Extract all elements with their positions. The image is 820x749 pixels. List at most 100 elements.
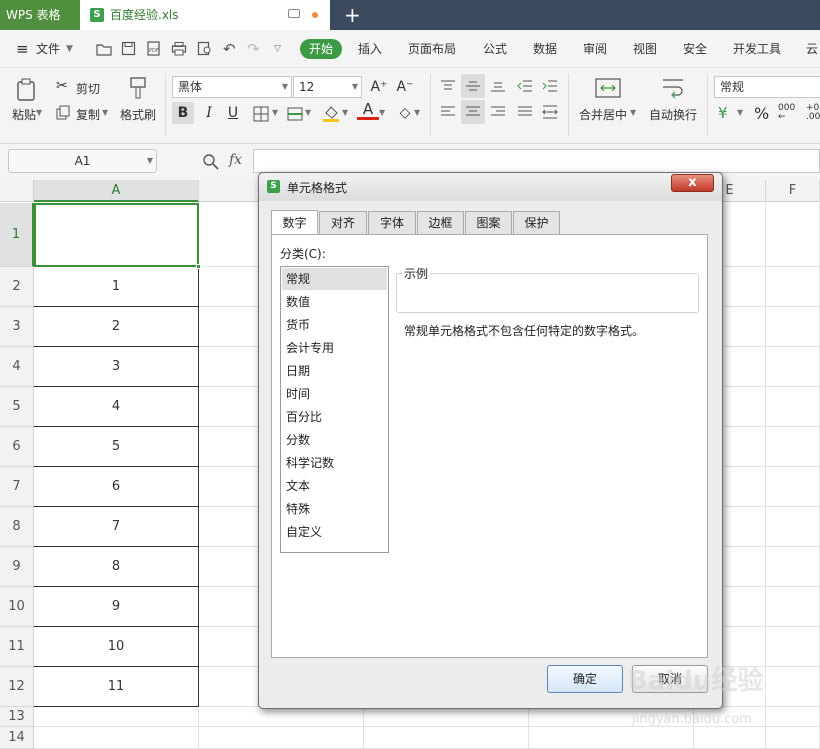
cell[interactable] xyxy=(766,547,820,587)
cell-a[interactable]: 6 xyxy=(34,467,199,507)
row-header[interactable]: 10 xyxy=(0,587,34,627)
align-right-icon[interactable] xyxy=(490,105,506,119)
menu-tab-view[interactable]: 视图 xyxy=(633,30,657,68)
cell-a[interactable]: 1 xyxy=(34,267,199,307)
copy-dropdown-icon[interactable]: ▼ xyxy=(102,108,108,117)
cell[interactable] xyxy=(766,387,820,427)
paste-dropdown-icon[interactable]: ▼ xyxy=(36,108,42,117)
cell[interactable] xyxy=(766,307,820,347)
bold-button[interactable]: B xyxy=(172,102,194,124)
currency-dropdown-icon[interactable]: ▼ xyxy=(737,108,743,117)
cell[interactable] xyxy=(694,727,766,749)
justify-icon[interactable] xyxy=(517,105,533,119)
menu-file[interactable]: 文件 xyxy=(36,30,60,68)
category-item-fraction[interactable]: 分数 xyxy=(282,429,387,451)
category-item-general[interactable]: 常规 xyxy=(282,268,387,290)
category-item-percentage[interactable]: 百分比 xyxy=(282,406,387,428)
align-middle-button[interactable] xyxy=(461,74,485,98)
save-icon[interactable] xyxy=(121,41,136,56)
align-center-button[interactable] xyxy=(461,100,485,124)
cell[interactable] xyxy=(766,267,820,307)
cell[interactable] xyxy=(766,587,820,627)
row-header[interactable]: 5 xyxy=(0,387,34,427)
italic-button[interactable]: I xyxy=(198,102,220,124)
close-button[interactable]: x xyxy=(671,174,714,192)
column-header-f[interactable]: F xyxy=(766,180,820,202)
increase-font-icon[interactable]: A⁺ xyxy=(368,76,390,98)
menu-tab-data[interactable]: 数据 xyxy=(533,30,557,68)
row-header[interactable]: 13 xyxy=(0,707,34,727)
cell-a[interactable]: 10 xyxy=(34,627,199,667)
fill-color-icon[interactable] xyxy=(322,104,340,122)
cell-a[interactable]: 7 xyxy=(34,507,199,547)
thousands-separator-icon[interactable]: 000 ← xyxy=(778,104,795,122)
cell-a[interactable]: 8 xyxy=(34,547,199,587)
row-header[interactable]: 2 xyxy=(0,267,34,307)
cut-button[interactable]: 剪切 xyxy=(76,80,100,97)
document-tab[interactable]: S 百度经验.xls xyxy=(80,0,330,30)
category-item-text[interactable]: 文本 xyxy=(282,475,387,497)
row-header[interactable]: 8 xyxy=(0,507,34,547)
decrease-font-icon[interactable]: A⁻ xyxy=(394,76,416,98)
tab-font[interactable]: 字体 xyxy=(368,211,416,234)
decrease-indent-icon[interactable] xyxy=(517,79,533,93)
redo-icon[interactable]: ↷ xyxy=(247,30,260,68)
font-color-icon[interactable]: A xyxy=(357,100,379,120)
ok-button[interactable]: 确定 xyxy=(547,665,623,693)
cell-a[interactable] xyxy=(34,727,199,749)
chevron-down-icon[interactable]: ▼ xyxy=(66,30,73,68)
format-painter-button[interactable]: 格式刷 xyxy=(120,106,156,123)
copy-button[interactable]: 复制 xyxy=(76,106,100,123)
tab-protection[interactable]: 保护 xyxy=(513,211,560,234)
cell[interactable] xyxy=(529,727,694,749)
name-box[interactable]: A1 ▼ xyxy=(8,149,157,173)
cell[interactable] xyxy=(199,727,364,749)
row-header[interactable]: 11 xyxy=(0,627,34,667)
tab-number[interactable]: 数字 xyxy=(271,210,318,234)
formula-input[interactable] xyxy=(253,149,820,173)
clear-icon[interactable]: ◇ xyxy=(394,102,416,124)
currency-icon[interactable]: ¥ xyxy=(718,104,728,122)
percent-button[interactable]: % xyxy=(754,104,769,123)
cell[interactable] xyxy=(766,707,820,727)
row-header[interactable]: 7 xyxy=(0,467,34,507)
menu-tab-formulas[interactable]: 公式 xyxy=(483,30,507,68)
pdf-icon[interactable]: PDF xyxy=(146,41,161,56)
merge-center-button[interactable]: 合并居中 xyxy=(579,106,627,123)
format-painter-icon[interactable] xyxy=(128,76,148,100)
category-item-scientific[interactable]: 科学记数 xyxy=(282,452,387,474)
scissors-icon[interactable]: ✂ xyxy=(56,78,68,94)
cell[interactable] xyxy=(766,347,820,387)
print-preview-icon[interactable] xyxy=(197,41,213,56)
cell[interactable] xyxy=(766,427,820,467)
cell-style-icon[interactable] xyxy=(287,106,303,122)
cell[interactable] xyxy=(199,707,364,727)
wrap-text-icon[interactable] xyxy=(660,76,686,100)
menu-tab-page-layout[interactable]: 页面布局 xyxy=(408,30,456,68)
function-button[interactable]: fx xyxy=(229,152,242,168)
tab-alignment[interactable]: 对齐 xyxy=(319,211,367,234)
align-left-icon[interactable] xyxy=(440,105,456,119)
increase-indent-icon[interactable] xyxy=(542,79,558,93)
cell[interactable] xyxy=(364,727,529,749)
fill-handle[interactable] xyxy=(196,264,201,269)
undo-icon[interactable]: ↶ xyxy=(223,30,236,68)
cell[interactable] xyxy=(766,667,820,707)
hamburger-icon[interactable]: ≡ xyxy=(16,30,29,68)
row-header[interactable]: 9 xyxy=(0,547,34,587)
distributed-align-icon[interactable] xyxy=(542,104,558,120)
font-name-select[interactable]: 黑体 ▼ xyxy=(172,76,292,98)
app-tab-wps[interactable]: WPS 表格 xyxy=(0,0,80,30)
copy-icon[interactable] xyxy=(56,105,71,120)
merge-center-icon[interactable] xyxy=(595,76,621,100)
underline-button[interactable]: U xyxy=(222,102,244,124)
clear-dropdown-icon[interactable]: ▼ xyxy=(414,108,420,117)
select-all-corner[interactable] xyxy=(0,180,34,202)
paste-icon[interactable] xyxy=(16,78,38,102)
category-item-special[interactable]: 特殊 xyxy=(282,498,387,520)
new-tab-icon[interactable]: + xyxy=(344,2,361,28)
number-format-select[interactable]: 常规 xyxy=(714,76,820,98)
tab-border[interactable]: 边框 xyxy=(417,211,464,234)
menu-tab-cloud[interactable]: 云 xyxy=(806,30,818,68)
tab-pattern[interactable]: 图案 xyxy=(465,211,512,234)
